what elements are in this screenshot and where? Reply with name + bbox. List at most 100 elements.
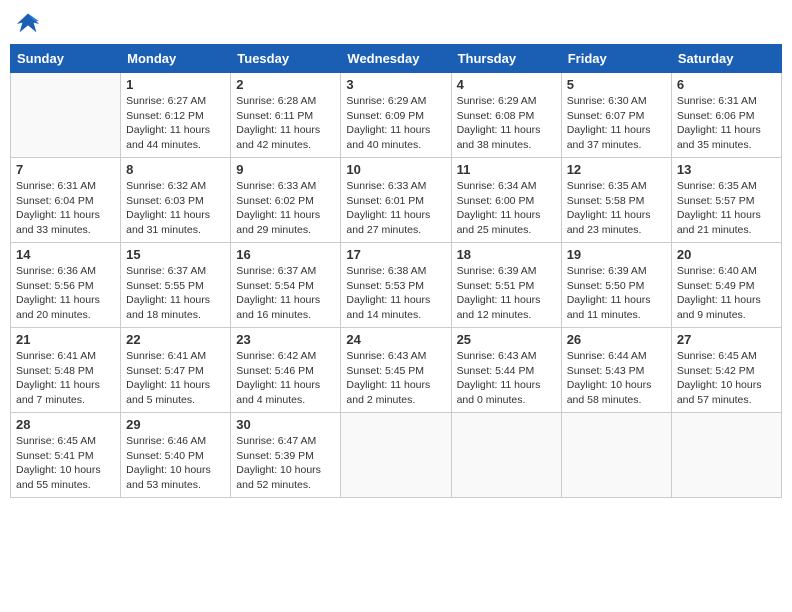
day-number: 14: [16, 247, 115, 262]
day-number: 20: [677, 247, 776, 262]
day-info: Sunrise: 6:31 AM Sunset: 6:06 PM Dayligh…: [677, 94, 776, 153]
calendar-cell: [671, 413, 781, 498]
calendar-cell: 9 Sunrise: 6:33 AM Sunset: 6:02 PM Daylig…: [231, 158, 341, 243]
col-header-thursday: Thursday: [451, 45, 561, 73]
day-info: Sunrise: 6:35 AM Sunset: 5:58 PM Dayligh…: [567, 179, 666, 238]
day-info: Sunrise: 6:33 AM Sunset: 6:02 PM Dayligh…: [236, 179, 335, 238]
day-info: Sunrise: 6:35 AM Sunset: 5:57 PM Dayligh…: [677, 179, 776, 238]
day-info: Sunrise: 6:39 AM Sunset: 5:50 PM Dayligh…: [567, 264, 666, 323]
day-info: Sunrise: 6:37 AM Sunset: 5:55 PM Dayligh…: [126, 264, 225, 323]
day-info: Sunrise: 6:29 AM Sunset: 6:09 PM Dayligh…: [346, 94, 445, 153]
col-header-friday: Friday: [561, 45, 671, 73]
day-number: 2: [236, 77, 335, 92]
day-info: Sunrise: 6:41 AM Sunset: 5:47 PM Dayligh…: [126, 349, 225, 408]
calendar-cell: 29 Sunrise: 6:46 AM Sunset: 5:40 PM Dayli…: [121, 413, 231, 498]
day-info: Sunrise: 6:45 AM Sunset: 5:42 PM Dayligh…: [677, 349, 776, 408]
day-number: 19: [567, 247, 666, 262]
calendar-cell: 2 Sunrise: 6:28 AM Sunset: 6:11 PM Daylig…: [231, 73, 341, 158]
day-info: Sunrise: 6:44 AM Sunset: 5:43 PM Dayligh…: [567, 349, 666, 408]
day-info: Sunrise: 6:32 AM Sunset: 6:03 PM Dayligh…: [126, 179, 225, 238]
calendar-cell: 27 Sunrise: 6:45 AM Sunset: 5:42 PM Dayli…: [671, 328, 781, 413]
calendar-cell: 11 Sunrise: 6:34 AM Sunset: 6:00 PM Dayli…: [451, 158, 561, 243]
day-number: 16: [236, 247, 335, 262]
calendar-cell: 18 Sunrise: 6:39 AM Sunset: 5:51 PM Dayli…: [451, 243, 561, 328]
calendar-cell: 16 Sunrise: 6:37 AM Sunset: 5:54 PM Dayli…: [231, 243, 341, 328]
calendar-cell: 25 Sunrise: 6:43 AM Sunset: 5:44 PM Dayli…: [451, 328, 561, 413]
day-info: Sunrise: 6:36 AM Sunset: 5:56 PM Dayligh…: [16, 264, 115, 323]
day-number: 3: [346, 77, 445, 92]
calendar-cell: [561, 413, 671, 498]
day-number: 1: [126, 77, 225, 92]
calendar-table: SundayMondayTuesdayWednesdayThursdayFrid…: [10, 44, 782, 498]
week-row-3: 21 Sunrise: 6:41 AM Sunset: 5:48 PM Dayli…: [11, 328, 782, 413]
calendar-cell: 5 Sunrise: 6:30 AM Sunset: 6:07 PM Daylig…: [561, 73, 671, 158]
day-number: 30: [236, 417, 335, 432]
calendar-cell: 23Sunrise: 6:42 AM Sunset: 5:46 PM Dayli…: [231, 328, 341, 413]
calendar-cell: 13Sunrise: 6:35 AM Sunset: 5:57 PM Dayli…: [671, 158, 781, 243]
calendar-cell: 4 Sunrise: 6:29 AM Sunset: 6:08 PM Daylig…: [451, 73, 561, 158]
day-number: 22: [126, 332, 225, 347]
day-number: 21: [16, 332, 115, 347]
calendar-cell: 1 Sunrise: 6:27 AM Sunset: 6:12 PM Daylig…: [121, 73, 231, 158]
day-info: Sunrise: 6:34 AM Sunset: 6:00 PM Dayligh…: [457, 179, 556, 238]
day-info: Sunrise: 6:40 AM Sunset: 5:49 PM Dayligh…: [677, 264, 776, 323]
day-info: Sunrise: 6:37 AM Sunset: 5:54 PM Dayligh…: [236, 264, 335, 323]
day-info: Sunrise: 6:43 AM Sunset: 5:45 PM Dayligh…: [346, 349, 445, 408]
day-info: Sunrise: 6:33 AM Sunset: 6:01 PM Dayligh…: [346, 179, 445, 238]
col-header-wednesday: Wednesday: [341, 45, 451, 73]
calendar-cell: [341, 413, 451, 498]
calendar-cell: 14 Sunrise: 6:36 AM Sunset: 5:56 PM Dayli…: [11, 243, 121, 328]
day-number: 25: [457, 332, 556, 347]
calendar-cell: 30 Sunrise: 6:47 AM Sunset: 5:39 PM Dayli…: [231, 413, 341, 498]
col-header-monday: Monday: [121, 45, 231, 73]
day-number: 24: [346, 332, 445, 347]
day-number: 9: [236, 162, 335, 177]
calendar-cell: 10 Sunrise: 6:33 AM Sunset: 6:01 PM Dayli…: [341, 158, 451, 243]
calendar-cell: 3 Sunrise: 6:29 AM Sunset: 6:09 PM Daylig…: [341, 73, 451, 158]
calendar-cell: [11, 73, 121, 158]
day-number: 27: [677, 332, 776, 347]
day-info: Sunrise: 6:39 AM Sunset: 5:51 PM Dayligh…: [457, 264, 556, 323]
logo-icon: [14, 10, 42, 38]
day-info: Sunrise: 6:30 AM Sunset: 6:07 PM Dayligh…: [567, 94, 666, 153]
day-number: 17: [346, 247, 445, 262]
day-number: 26: [567, 332, 666, 347]
calendar-cell: 7Sunrise: 6:31 AM Sunset: 6:04 PM Daylig…: [11, 158, 121, 243]
day-number: 11: [457, 162, 556, 177]
col-header-tuesday: Tuesday: [231, 45, 341, 73]
logo: [14, 10, 46, 38]
calendar-cell: 26 Sunrise: 6:44 AM Sunset: 5:43 PM Dayli…: [561, 328, 671, 413]
week-row-2: 14 Sunrise: 6:36 AM Sunset: 5:56 PM Dayli…: [11, 243, 782, 328]
day-number: 8: [126, 162, 225, 177]
day-info: Sunrise: 6:47 AM Sunset: 5:39 PM Dayligh…: [236, 434, 335, 493]
day-number: 4: [457, 77, 556, 92]
day-number: 18: [457, 247, 556, 262]
day-number: 10: [346, 162, 445, 177]
day-info: Sunrise: 6:28 AM Sunset: 6:11 PM Dayligh…: [236, 94, 335, 153]
calendar-cell: 19 Sunrise: 6:39 AM Sunset: 5:50 PM Dayli…: [561, 243, 671, 328]
day-number: 6: [677, 77, 776, 92]
week-row-0: 1 Sunrise: 6:27 AM Sunset: 6:12 PM Daylig…: [11, 73, 782, 158]
day-number: 29: [126, 417, 225, 432]
day-number: 7: [16, 162, 115, 177]
day-info: Sunrise: 6:38 AM Sunset: 5:53 PM Dayligh…: [346, 264, 445, 323]
col-header-saturday: Saturday: [671, 45, 781, 73]
week-row-4: 28 Sunrise: 6:45 AM Sunset: 5:41 PM Dayli…: [11, 413, 782, 498]
calendar-cell: 20 Sunrise: 6:40 AM Sunset: 5:49 PM Dayli…: [671, 243, 781, 328]
day-info: Sunrise: 6:46 AM Sunset: 5:40 PM Dayligh…: [126, 434, 225, 493]
calendar-cell: 21 Sunrise: 6:41 AM Sunset: 5:48 PM Dayli…: [11, 328, 121, 413]
calendar-cell: 17 Sunrise: 6:38 AM Sunset: 5:53 PM Dayli…: [341, 243, 451, 328]
calendar-cell: [451, 413, 561, 498]
day-info: Sunrise: 6:27 AM Sunset: 6:12 PM Dayligh…: [126, 94, 225, 153]
calendar-cell: 8 Sunrise: 6:32 AM Sunset: 6:03 PM Daylig…: [121, 158, 231, 243]
week-row-1: 7Sunrise: 6:31 AM Sunset: 6:04 PM Daylig…: [11, 158, 782, 243]
day-info: Sunrise: 6:29 AM Sunset: 6:08 PM Dayligh…: [457, 94, 556, 153]
day-info: Sunrise: 6:45 AM Sunset: 5:41 PM Dayligh…: [16, 434, 115, 493]
day-number: 5: [567, 77, 666, 92]
day-number: 12: [567, 162, 666, 177]
day-number: 28: [16, 417, 115, 432]
col-header-sunday: Sunday: [11, 45, 121, 73]
day-info: Sunrise: 6:43 AM Sunset: 5:44 PM Dayligh…: [457, 349, 556, 408]
day-info: Sunrise: 6:41 AM Sunset: 5:48 PM Dayligh…: [16, 349, 115, 408]
day-info: Sunrise: 6:42 AM Sunset: 5:46 PM Dayligh…: [236, 349, 335, 408]
